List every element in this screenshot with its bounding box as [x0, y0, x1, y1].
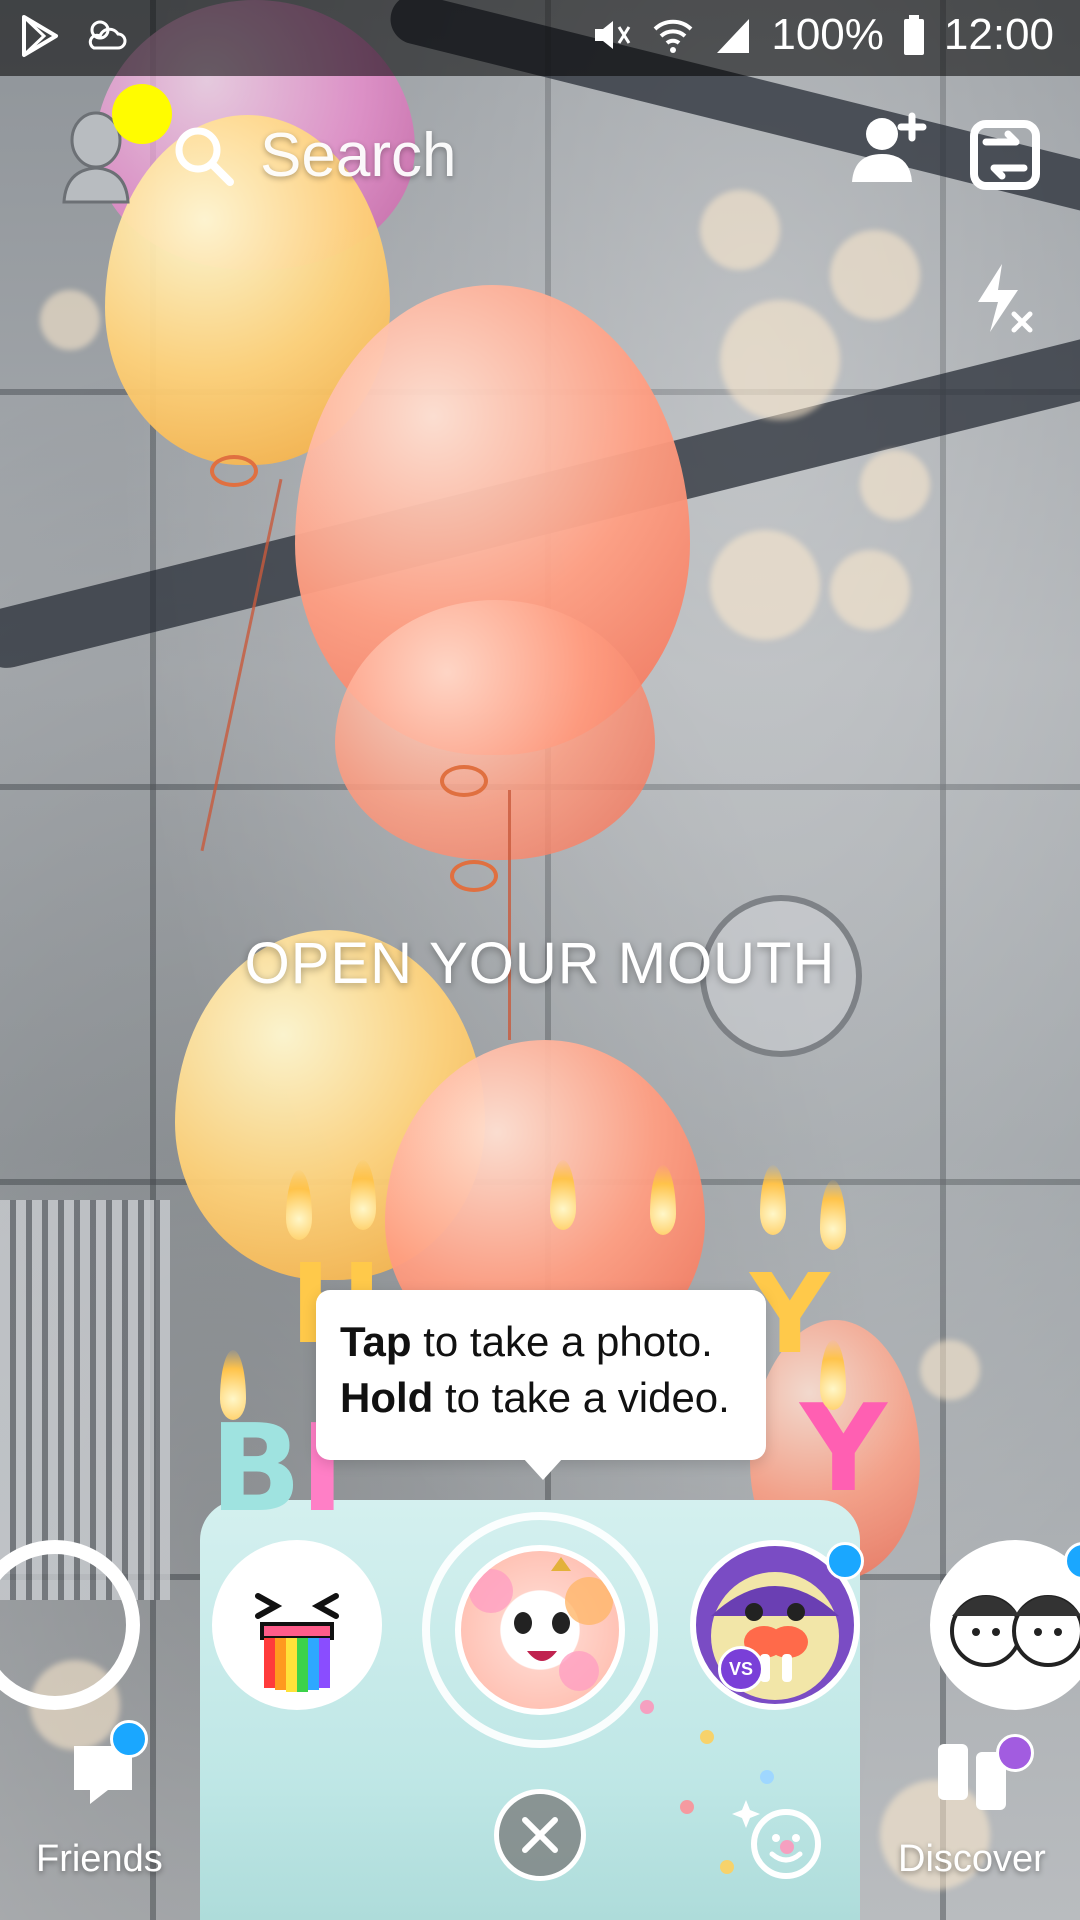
vs-badge: VS — [718, 1646, 764, 1692]
lens-rainbow[interactable] — [212, 1540, 382, 1710]
add-friend-icon — [852, 112, 927, 182]
tooltip-hold-rest: to take a video. — [433, 1374, 730, 1421]
profile-notification-dot — [112, 84, 172, 144]
cake-letter-b: B — [210, 1400, 302, 1539]
tooltip-hold: Hold — [340, 1374, 434, 1421]
lens-new-dot — [826, 1542, 864, 1580]
camera-viewfinder[interactable]: B I Y H Y — [0, 0, 1080, 1920]
discover-label: Discover — [898, 1838, 1046, 1880]
close-lens-button[interactable] — [494, 1789, 586, 1881]
lens-explorer-button[interactable] — [730, 1786, 830, 1886]
tooltip-tap: Tap — [340, 1318, 412, 1365]
flip-camera-button[interactable] — [968, 112, 1042, 198]
search-label: Search — [260, 121, 457, 190]
wifi-icon — [653, 19, 693, 53]
lens-prompt-text: OPEN YOUR MOUTH — [244, 931, 836, 996]
friends-button[interactable]: Friends — [30, 1720, 190, 1890]
capture-tooltip: Tap to take a photo. Hold to take a vide… — [316, 1290, 766, 1480]
friends-label: Friends — [36, 1838, 163, 1880]
rainbow-vomit-face-icon — [255, 1593, 339, 1692]
discover-button[interactable]: Discover — [890, 1720, 1070, 1890]
close-icon — [522, 1817, 558, 1853]
discover-notification-dot — [996, 1734, 1034, 1772]
search-icon — [175, 127, 234, 186]
mute-icon — [595, 21, 631, 49]
twin-faces-icon — [950, 1595, 1080, 1667]
status-bar: 100% 12:00 — [0, 0, 1080, 76]
battery-percent: 100% — [771, 10, 884, 59]
search-bar[interactable]: Search — [172, 120, 456, 191]
add-friend-button[interactable] — [850, 110, 930, 190]
air-vent — [0, 1200, 170, 1600]
smiley-sparkle-icon — [732, 1800, 821, 1879]
flip-camera-icon — [970, 120, 1040, 190]
play-store-icon — [22, 15, 58, 57]
weather-icon — [88, 20, 127, 50]
birthday-face-icon — [469, 1557, 613, 1691]
friends-notification-dot — [110, 1720, 148, 1758]
flash-off-icon — [978, 264, 1033, 333]
battery-icon — [903, 15, 924, 55]
tooltip-tap-rest: to take a photo. — [411, 1318, 713, 1365]
lens-birthday-face[interactable] — [455, 1545, 625, 1715]
clock: 12:00 — [943, 10, 1054, 59]
signal-icon — [717, 19, 750, 53]
flash-toggle-button[interactable] — [970, 262, 1036, 338]
